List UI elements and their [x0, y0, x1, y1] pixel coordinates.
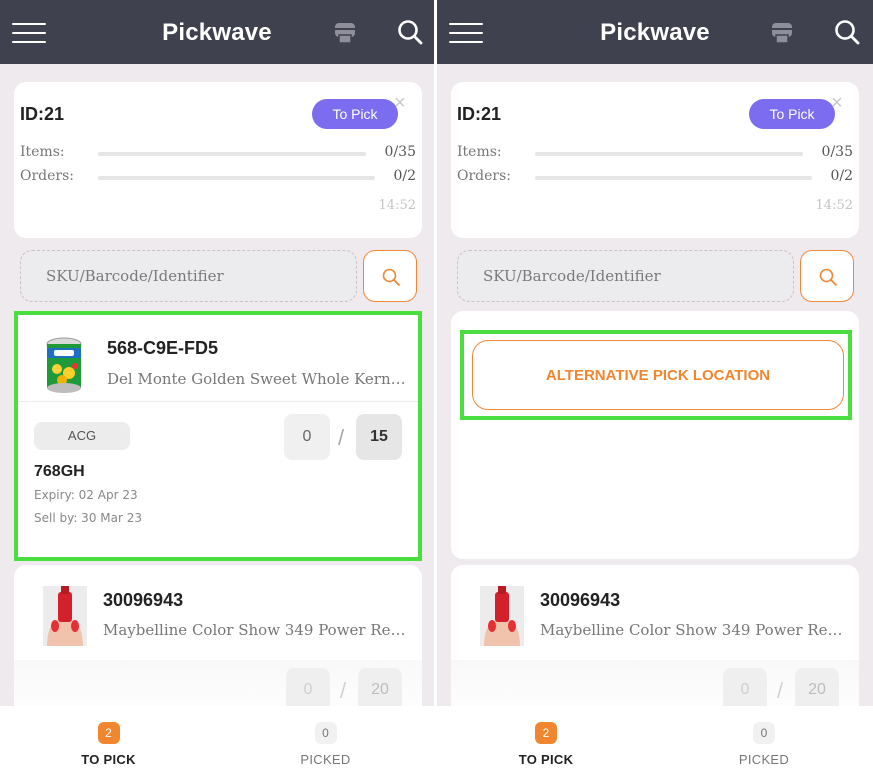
- tab-to-pick[interactable]: 2 TO PICK: [0, 706, 217, 777]
- pick-id: ID:21: [20, 104, 65, 124]
- product-image: [42, 336, 86, 396]
- qty-separator: /: [777, 678, 784, 703]
- item-sku: 568-C9E-FD5: [107, 338, 219, 358]
- tab-label: PICKED: [738, 752, 790, 767]
- qty-total: 15: [356, 414, 402, 460]
- tab-label: PICKED: [300, 752, 351, 767]
- search-input[interactable]: SKU/Barcode/Identifier: [20, 250, 357, 302]
- picked-count: 0: [753, 722, 775, 744]
- search-input[interactable]: SKU/Barcode/Identifier: [457, 250, 794, 302]
- close-icon[interactable]: ×: [831, 93, 843, 113]
- items-value: 0/35: [384, 144, 416, 160]
- bottom-tab-bar: 2 TO PICK 0 PICKED: [437, 706, 873, 777]
- orders-label: Orders:: [20, 168, 75, 184]
- bottom-tab-bar: 2 TO PICK 0 PICKED: [0, 706, 434, 777]
- orders-value: 0/2: [393, 168, 416, 184]
- highlight-frame: ALTERNATIVE PICK LOCATION: [460, 330, 852, 420]
- status-badge[interactable]: To Pick: [749, 99, 835, 129]
- search-button[interactable]: [800, 250, 854, 302]
- qty-separator: /: [340, 678, 347, 703]
- tab-picked[interactable]: 0 PICKED: [655, 706, 873, 777]
- alternative-location-card: ALTERNATIVE PICK LOCATION: [451, 311, 859, 559]
- item-sku: 30096943: [103, 590, 184, 610]
- items-progress-row: Items: 0/35: [457, 144, 853, 162]
- next-item-card[interactable]: 30096943 Maybelline Color Show 349 Power…: [14, 565, 422, 725]
- app-title: Pickwave: [600, 19, 710, 46]
- orders-progress-bar: [535, 176, 812, 180]
- qty-picked-input[interactable]: 0: [284, 414, 330, 460]
- items-progress-row: Items: 0/35: [20, 144, 416, 162]
- printer-icon[interactable]: [332, 20, 358, 46]
- expiry-date: Expiry: 02 Apr 23: [34, 488, 138, 502]
- current-item-card[interactable]: 568-C9E-FD5 Del Monte Golden Sweet Whole…: [14, 311, 422, 561]
- item-name: Maybelline Color Show 349 Power Red Nail…: [103, 621, 408, 639]
- screen-right: Pickwave ID:21 To Pick × Items: 0/35 Ord…: [437, 0, 873, 777]
- tab-label: TO PICK: [518, 752, 574, 767]
- app-title: Pickwave: [162, 19, 272, 46]
- items-progress-bar: [98, 152, 366, 156]
- location-badge: ACG: [34, 422, 130, 450]
- item-sku: 30096943: [540, 590, 621, 610]
- qty-separator: /: [338, 425, 345, 450]
- orders-progress-row: Orders: 0/2: [20, 168, 416, 186]
- pick-id: ID:21: [457, 104, 502, 124]
- items-progress-bar: [535, 152, 803, 156]
- sell-by-date: Sell by: 30 Mar 23: [34, 511, 142, 525]
- pick-summary-card: ID:21 To Pick × Items: 0/35 Orders: 0/2 …: [14, 82, 422, 238]
- tab-to-pick[interactable]: 2 TO PICK: [437, 706, 655, 777]
- orders-label: Orders:: [457, 168, 512, 184]
- product-image: [480, 586, 524, 646]
- search-icon: [382, 268, 400, 286]
- alternative-pick-location-button[interactable]: ALTERNATIVE PICK LOCATION: [472, 340, 844, 410]
- item-name: Maybelline Color Show 349 Power Red Nail…: [540, 621, 845, 639]
- items-value: 0/35: [821, 144, 853, 160]
- tab-label: TO PICK: [81, 752, 136, 767]
- timestamp: 14:52: [815, 198, 853, 213]
- pick-summary-card: ID:21 To Pick × Items: 0/35 Orders: 0/2 …: [451, 82, 859, 238]
- divider: [18, 401, 418, 402]
- printer-icon[interactable]: [769, 20, 795, 46]
- status-badge[interactable]: To Pick: [312, 99, 398, 129]
- search-icon[interactable]: [833, 18, 861, 46]
- orders-progress-bar: [98, 176, 375, 180]
- search-icon: [819, 268, 837, 286]
- close-icon[interactable]: ×: [394, 93, 406, 113]
- product-image: [43, 586, 87, 646]
- orders-progress-row: Orders: 0/2: [457, 168, 853, 186]
- search-icon[interactable]: [396, 18, 424, 46]
- screen-left: Pickwave ID:21 To Pick × Items: 0/35 Ord…: [0, 0, 434, 777]
- orders-value: 0/2: [830, 168, 853, 184]
- items-label: Items:: [20, 144, 65, 160]
- picked-count: 0: [314, 722, 337, 744]
- next-item-card[interactable]: 30096943 Maybelline Color Show 349 Power…: [451, 565, 859, 725]
- item-name: Del Monte Golden Sweet Whole Kernel Corn: [107, 370, 412, 388]
- location-code: 768GH: [34, 463, 85, 480]
- search-button[interactable]: [363, 250, 417, 302]
- top-bar: Pickwave: [0, 0, 434, 64]
- to-pick-count: 2: [97, 722, 120, 744]
- timestamp: 14:52: [378, 198, 416, 213]
- tab-picked[interactable]: 0 PICKED: [217, 706, 434, 777]
- items-label: Items:: [457, 144, 502, 160]
- to-pick-count: 2: [535, 722, 557, 744]
- top-bar: Pickwave: [437, 0, 873, 64]
